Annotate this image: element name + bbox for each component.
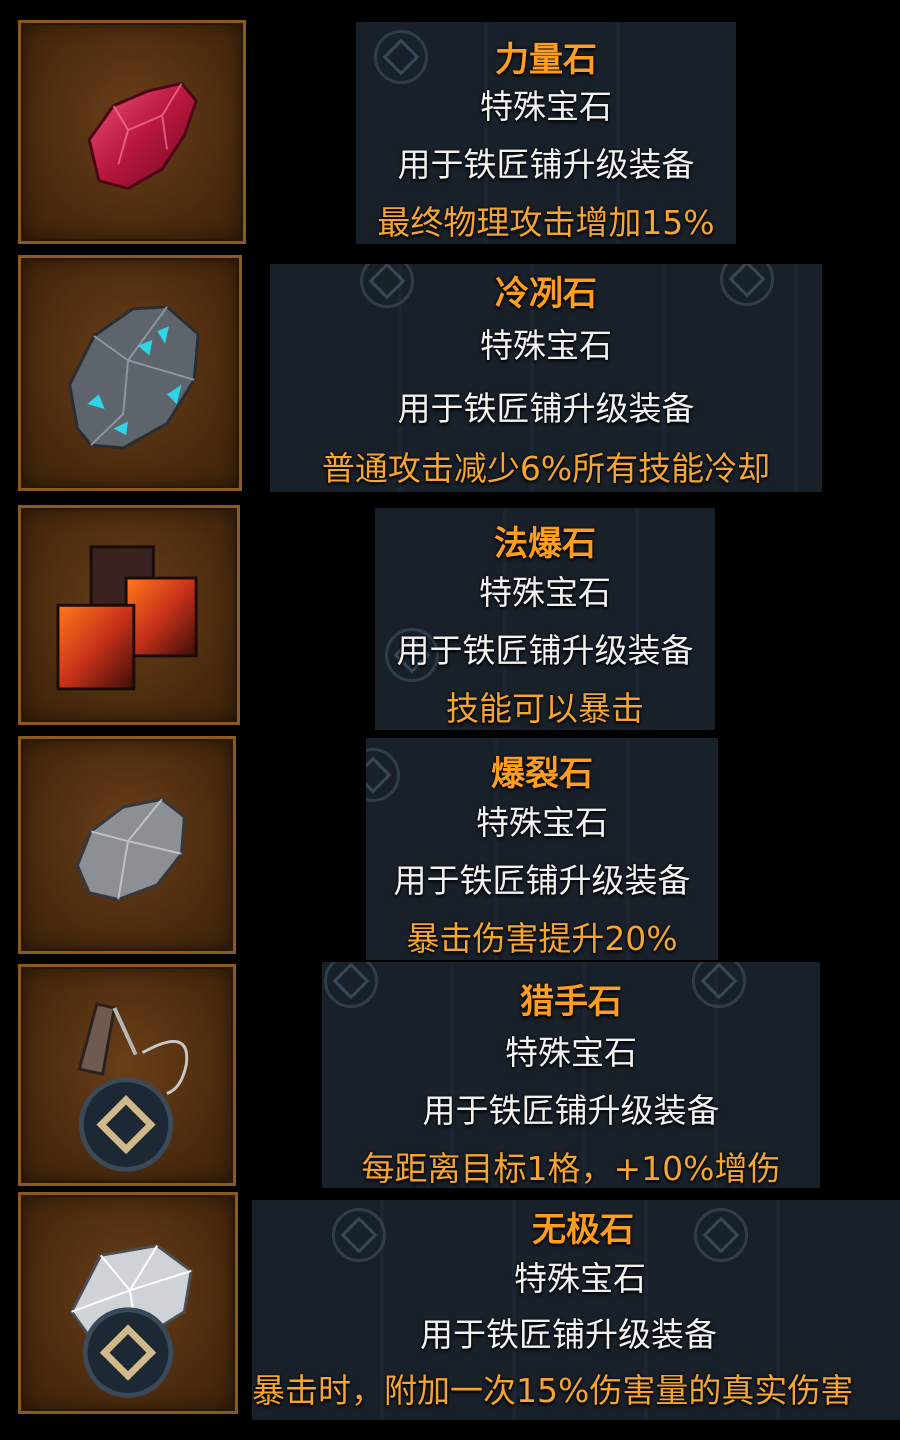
item-slot[interactable] [18, 20, 246, 244]
item-usage: 用于铁匠铺升级装备 [422, 1091, 720, 1130]
grey-stone-icon [75, 797, 186, 901]
item-name: 法爆石 [494, 524, 596, 564]
item-slot[interactable] [18, 736, 236, 954]
item-row: 无极石 特殊宝石 用于铁匠铺升级装备 暴击时，附加一次15%伤害量的真实伤害 [0, 1190, 900, 1420]
item-effect: 普通攻击减少6%所有技能冷却 [321, 449, 771, 488]
item-slot[interactable] [18, 255, 242, 491]
item-effect: 每距离目标1格，+10%增伤 [361, 1149, 781, 1188]
item-tooltip: 力量石 特殊宝石 用于铁匠铺升级装备 最终物理攻击增加15% [356, 22, 736, 244]
item-tooltip: 无极石 特殊宝石 用于铁匠铺升级装备 暴击时，附加一次15%伤害量的真实伤害 [252, 1200, 900, 1420]
item-tooltip: 猎手石 特殊宝石 用于铁匠铺升级装备 每距离目标1格，+10%增伤 [322, 962, 820, 1188]
red-gem-icon [87, 81, 198, 191]
item-usage: 用于铁匠铺升级装备 [420, 1315, 717, 1354]
item-type: 特殊宝石 [514, 1259, 646, 1298]
item-name: 冷冽石 [495, 274, 597, 314]
item-usage: 用于铁匠铺升级装备 [393, 861, 691, 900]
item-effect: 暴击时，附加一次15%伤害量的真实伤害 [252, 1371, 854, 1410]
item-name: 爆裂石 [491, 754, 593, 794]
frost-stone-icon [68, 305, 200, 450]
item-tooltip: 爆裂石 特殊宝石 用于铁匠铺升级装备 暴击伤害提升20% [366, 738, 718, 960]
item-type: 特殊宝石 [480, 87, 612, 126]
item-row: 爆裂石 特殊宝石 用于铁匠铺升级装备 暴击伤害提升20% [0, 732, 900, 960]
item-usage: 用于铁匠铺升级装备 [397, 389, 695, 428]
item-slot[interactable] [18, 964, 236, 1186]
item-type: 特殊宝石 [505, 1033, 637, 1072]
hunter-pendant-icon [77, 1002, 189, 1172]
item-effect: 技能可以暴击 [446, 689, 644, 728]
item-effect: 最终物理攻击增加15% [377, 203, 715, 242]
item-row: 法爆石 特殊宝石 用于铁匠铺升级装备 技能可以暴击 [0, 502, 900, 730]
item-type: 特殊宝石 [476, 803, 608, 842]
item-slot[interactable] [18, 505, 240, 725]
item-row: 冷冽石 特殊宝石 用于铁匠铺升级装备 普通攻击减少6%所有技能冷却 [0, 252, 900, 494]
lava-cubes-icon [56, 545, 198, 691]
item-slot[interactable] [18, 1192, 238, 1414]
slot-emblem-icon [332, 1208, 386, 1262]
item-type: 特殊宝石 [479, 573, 611, 612]
item-row: 猎手石 特殊宝石 用于铁匠铺升级装备 每距离目标1格，+10%增伤 [0, 962, 900, 1188]
item-usage: 用于铁匠铺升级装备 [397, 145, 695, 184]
item-name: 猎手石 [520, 982, 622, 1022]
item-tooltip: 冷冽石 特殊宝石 用于铁匠铺升级装备 普通攻击减少6%所有技能冷却 [270, 264, 822, 492]
silver-crystal-icon [69, 1244, 193, 1398]
item-name: 无极石 [532, 1210, 634, 1250]
item-effect: 暴击伤害提升20% [406, 919, 678, 958]
item-tooltip: 法爆石 特殊宝石 用于铁匠铺升级装备 技能可以暴击 [375, 508, 715, 730]
slot-emblem-icon [694, 1208, 748, 1262]
item-row: 力量石 特殊宝石 用于铁匠铺升级装备 最终物理攻击增加15% [0, 0, 900, 245]
item-usage: 用于铁匠铺升级装备 [396, 631, 694, 670]
item-type: 特殊宝石 [480, 326, 612, 365]
item-name: 力量石 [495, 40, 597, 80]
